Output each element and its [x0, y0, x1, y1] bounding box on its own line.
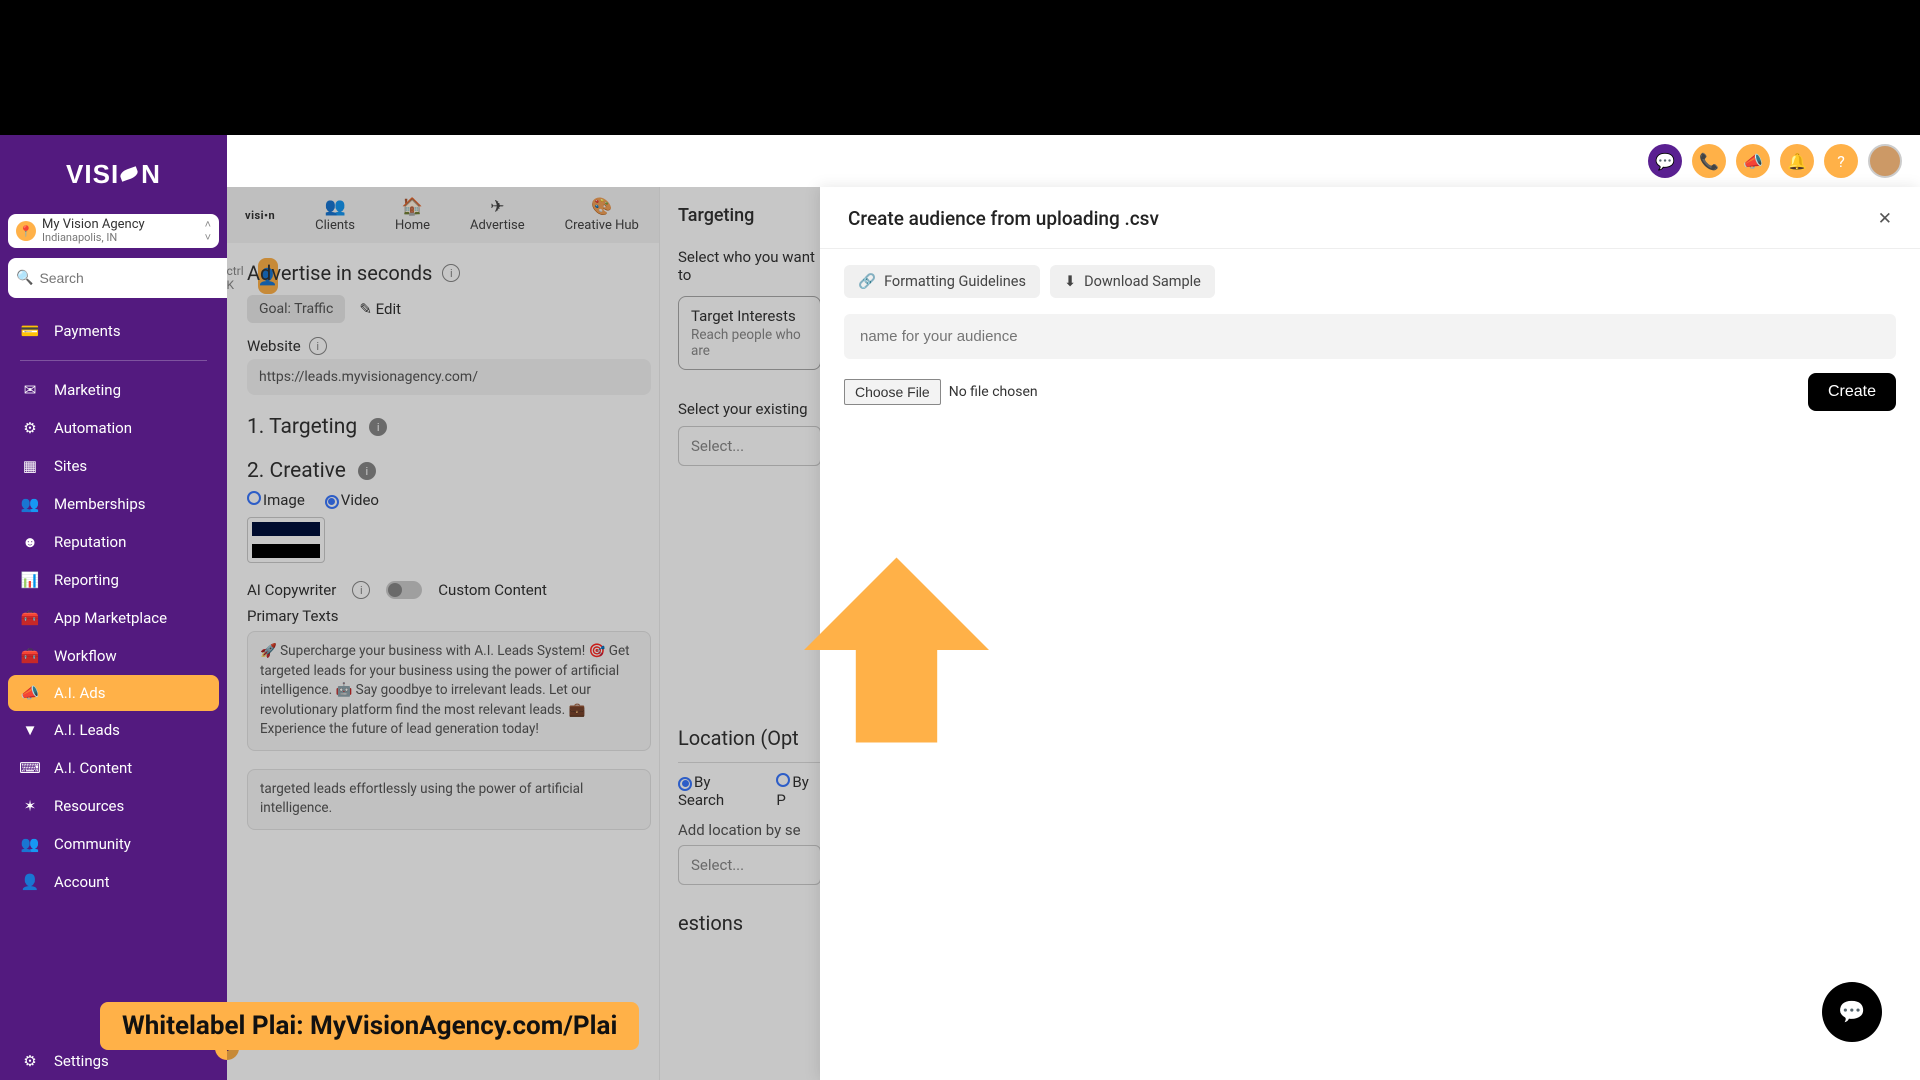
funnel-icon: ▼	[20, 721, 40, 739]
nav-marketplace[interactable]: 🧰App Marketplace	[0, 600, 227, 636]
nav-community[interactable]: 👥Community	[0, 826, 227, 862]
phone-icon[interactable]: 📞	[1692, 144, 1726, 178]
topbar: 💬 📞 📣 🔔 ?	[227, 135, 1920, 187]
sidebar: VISIN 📍 My Vision Agency Indianapolis, I…	[0, 135, 227, 1080]
nav-memberships[interactable]: 👥Memberships	[0, 486, 227, 522]
search-input[interactable]	[37, 269, 222, 287]
nav-workflow[interactable]: 🧰Workflow	[0, 638, 227, 674]
choose-file-button[interactable]: Choose File	[844, 379, 941, 405]
agency-location: Indianapolis, IN	[42, 232, 199, 244]
download-sample-button[interactable]: ⬇Download Sample	[1050, 265, 1215, 298]
brand-logo: VISIN	[0, 145, 227, 210]
marketplace-icon: 🧰	[20, 609, 40, 627]
reputation-icon: ☻	[20, 533, 40, 551]
link-icon: 🔗	[858, 273, 876, 290]
attention-arrow-icon	[804, 555, 989, 745]
nav-automation[interactable]: ⚙Automation	[0, 410, 227, 446]
bell-icon[interactable]: 🔔	[1780, 144, 1814, 178]
leaf-icon	[119, 165, 141, 183]
chevron-updown-icon: ˄˅	[205, 218, 211, 244]
no-file-label: No file chosen	[949, 384, 1038, 400]
reporting-icon: 📊	[20, 571, 40, 589]
nav-ai-ads[interactable]: 📣A.I. Ads	[8, 675, 219, 711]
memberships-icon: 👥	[20, 495, 40, 513]
gear-icon: ⚙	[20, 1052, 40, 1070]
megaphone-icon: 📣	[20, 684, 40, 702]
community-icon: 👥	[20, 835, 40, 853]
account-icon: 👤	[20, 873, 40, 891]
chat-fab[interactable]: 💬	[1822, 982, 1882, 1042]
chat-icon[interactable]: 💬	[1648, 144, 1682, 178]
nav-payments[interactable]: 💳Payments	[0, 313, 227, 349]
close-icon[interactable]: ✕	[1878, 209, 1892, 229]
nav-divider	[20, 360, 207, 361]
whitelabel-banner: Whitelabel Plai: MyVisionAgency.com/Plai	[100, 1002, 639, 1050]
nav-account[interactable]: 👤Account	[0, 864, 227, 900]
avatar[interactable]	[1868, 144, 1902, 178]
audience-name-input[interactable]	[844, 314, 1896, 359]
modal-title: Create audience from uploading .csv	[848, 207, 1159, 230]
nav-reporting[interactable]: 📊Reporting	[0, 562, 227, 598]
formatting-guidelines-button[interactable]: 🔗Formatting Guidelines	[844, 265, 1040, 298]
search-icon: 🔍	[16, 270, 33, 286]
nav-marketing[interactable]: ✉Marketing	[0, 372, 227, 408]
nav-reputation[interactable]: ☻Reputation	[0, 524, 227, 560]
nav-sites[interactable]: ▦Sites	[0, 448, 227, 484]
payments-icon: 💳	[20, 322, 40, 340]
nav-ai-content[interactable]: ⌨A.I. Content	[0, 750, 227, 786]
pin-icon: 📍	[16, 221, 36, 241]
help-icon[interactable]: ?	[1824, 144, 1858, 178]
app-shell: VISIN 📍 My Vision Agency Indianapolis, I…	[0, 135, 1920, 1080]
agency-name: My Vision Agency	[42, 218, 199, 232]
announcements-icon[interactable]: 📣	[1736, 144, 1770, 178]
nav-resources[interactable]: ✶Resources	[0, 788, 227, 824]
content-icon: ⌨	[20, 759, 40, 777]
resources-icon: ✶	[20, 797, 40, 815]
workflow-icon: 🧰	[20, 647, 40, 665]
agency-picker[interactable]: 📍 My Vision Agency Indianapolis, IN ˄˅	[8, 214, 219, 248]
create-button[interactable]: Create	[1808, 373, 1896, 411]
nav-ai-leads[interactable]: ▼A.I. Leads	[0, 712, 227, 748]
mail-icon: ✉	[20, 381, 40, 399]
download-icon: ⬇	[1064, 273, 1076, 290]
letterbox-top	[0, 0, 1920, 135]
automation-icon: ⚙	[20, 419, 40, 437]
sidebar-search[interactable]: 🔍 ctrl K	[8, 258, 252, 298]
sites-icon: ▦	[20, 457, 40, 475]
